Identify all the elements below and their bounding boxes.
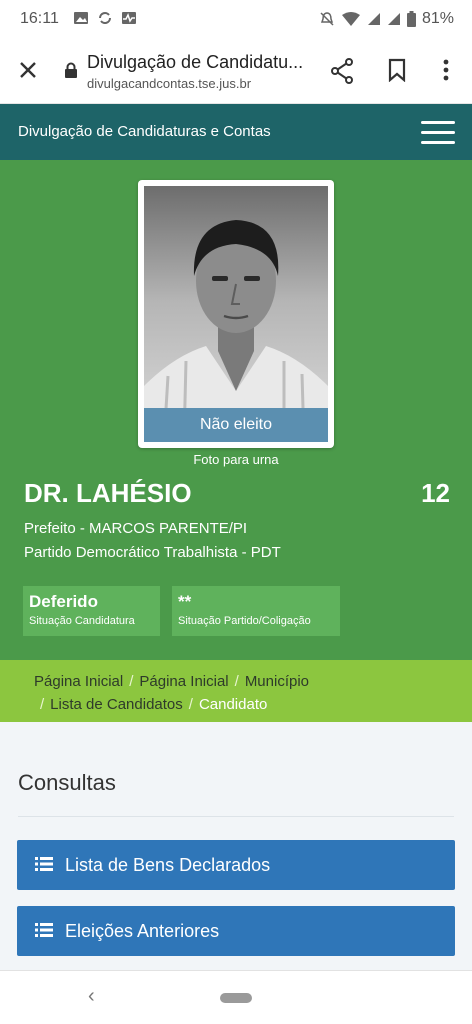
list-icon (35, 857, 53, 871)
breadcrumb-home-1[interactable]: Página Inicial (34, 673, 123, 690)
battery-percent: 81% (421, 10, 454, 27)
candidate-photo-frame: Não eleito (138, 180, 334, 448)
candidate-office: Prefeito - MARCOS PARENTE/PI (24, 520, 248, 537)
breadcrumb-home-2[interactable]: Página Inicial (139, 673, 228, 690)
previous-elections-label: Eleições Anteriores (65, 921, 220, 941)
declared-assets-label: Lista de Bens Declarados (65, 855, 271, 875)
status-bar: 16:11 81% (0, 0, 472, 40)
sync-icon (99, 12, 111, 24)
candidate-photo: Não eleito (144, 186, 328, 442)
breadcrumb: Página Inicial / Página Inicial / Município /… (0, 660, 472, 722)
breadcrumb-municipio[interactable]: Município (245, 673, 309, 690)
candidate-party: Partido Democrático Trabalhista - PDT (24, 544, 281, 561)
back-icon[interactable]: ‹ (88, 985, 95, 1008)
declared-assets-button[interactable]: Lista de Bens Declarados (17, 840, 455, 890)
share-icon[interactable] (330, 58, 354, 84)
image-icon (74, 12, 88, 24)
hamburger-menu-icon[interactable] (421, 121, 455, 144)
list-icon (35, 923, 53, 937)
mute-icon (320, 12, 334, 26)
candidacy-status-value: Deferido (29, 592, 98, 611)
system-icons: 81% (319, 10, 454, 28)
page-title[interactable]: Divulgação de Candidatu... (87, 52, 303, 73)
status-time: 16:11 (20, 10, 59, 27)
previous-elections-button[interactable]: Eleições Anteriores (17, 906, 455, 956)
breadcrumb-separator: / (234, 673, 239, 690)
breadcrumb-lista-candidatos[interactable]: Lista de Candidatos (50, 696, 183, 713)
divider (18, 816, 454, 817)
url-domain[interactable]: divulgacandcontas.tse.jus.br (87, 76, 251, 91)
candidate-name: DR. LAHÉSIO (24, 478, 192, 508)
lock-icon (65, 62, 77, 78)
browser-toolbar: Divulgação de Candidatu... divulgacandco… (0, 40, 472, 104)
party-status-value: ** (178, 592, 192, 611)
candidate-number: 12 (421, 478, 450, 508)
close-icon[interactable] (16, 58, 40, 82)
notification-icons (73, 10, 137, 26)
party-status-label: Situação Partido/Coligação (178, 615, 311, 627)
party-status-badge: ** Situação Partido/Coligação (172, 586, 340, 636)
signal-icon-2 (387, 13, 400, 25)
photo-caption: Foto para urna (193, 452, 279, 467)
candidacy-status-label: Situação Candidatura (29, 615, 135, 627)
signal-icon (367, 13, 380, 25)
candidacy-status-badge: Deferido Situação Candidatura (23, 586, 160, 636)
site-brand[interactable]: Divulgação de Candidaturas e Contas (18, 123, 271, 140)
bookmark-icon[interactable] (386, 58, 408, 82)
breadcrumb-separator: / (40, 696, 45, 713)
wifi-icon (341, 12, 360, 26)
election-status-overlay: Não eleito (144, 408, 328, 442)
breadcrumb-separator: / (129, 673, 134, 690)
site-header: Divulgação de Candidaturas e Contas (0, 104, 472, 160)
breadcrumb-separator: / (188, 696, 193, 713)
candidate-panel: Não eleito Foto para urna DR. LAHÉSIO 12… (0, 160, 472, 660)
consultas-section: Consultas Lista de Bens Declarados Eleiç… (0, 722, 472, 970)
more-options-icon[interactable] (436, 58, 456, 82)
breadcrumb-current: Candidato (198, 696, 268, 713)
home-pill-icon[interactable] (220, 993, 252, 1003)
battery-icon (406, 11, 416, 27)
system-nav-bar: ‹ (0, 970, 472, 1024)
activity-icon (122, 12, 136, 24)
portrait-illustration (144, 220, 328, 442)
section-title: Consultas (18, 770, 116, 795)
